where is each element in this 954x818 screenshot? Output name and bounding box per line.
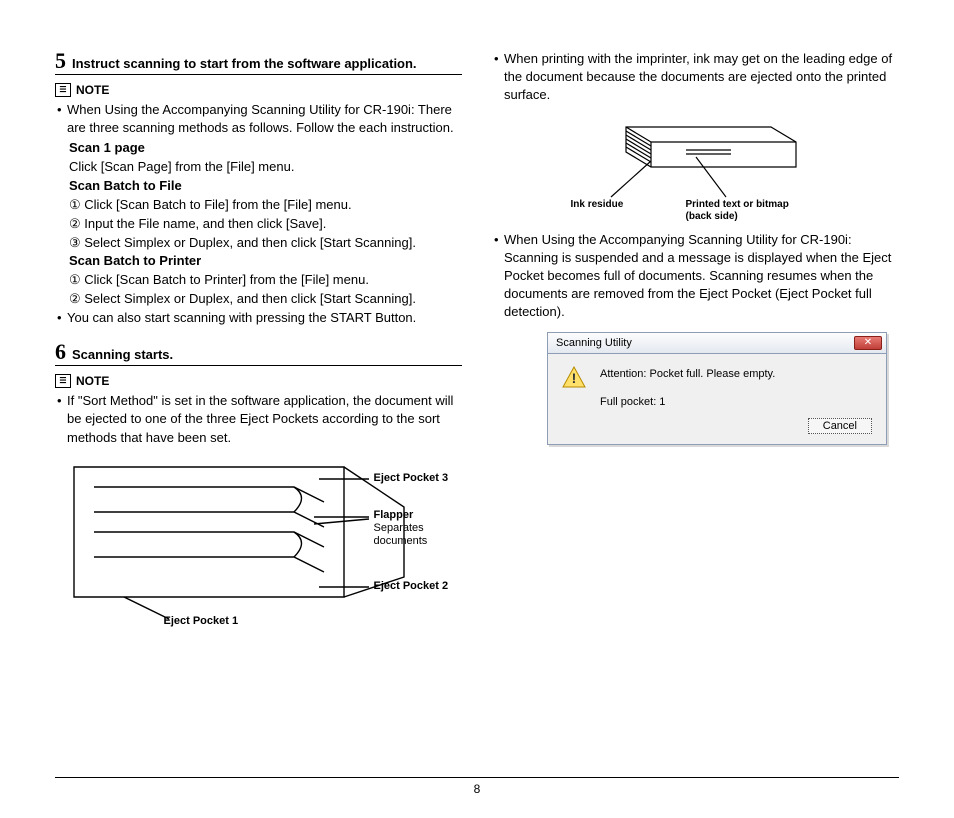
label-eject-pocket-3: Eject Pocket 3 [374,472,449,485]
cancel-button[interactable]: Cancel [808,418,872,434]
right-bullet1: When printing with the imprinter, ink ma… [492,50,899,105]
step-5-number: 5 [55,50,66,72]
scanbp-2: ② Select Simplex or Duplex, and then cli… [55,290,462,309]
scanbf-head: Scan Batch to File [55,177,462,196]
right-column: When printing with the imprinter, ink ma… [492,50,899,730]
dialog-message: Attention: Pocket full. Please empty. [600,366,775,380]
scanbf-2: ② Input the File name, and then click [S… [55,215,462,234]
right-bullet2: When Using the Accompanying Scanning Uti… [492,231,899,322]
label-flapper: FlapperSeparates documents [374,509,454,549]
label-eject-pocket-1: Eject Pocket 1 [164,615,239,628]
svg-text:!: ! [572,370,577,386]
dialog-titlebar: Scanning Utility ✕ [547,332,887,354]
note-label: NOTE [76,374,109,388]
scanbp-1: ① Click [Scan Batch to Printer] from the… [55,271,462,290]
label-ink-residue: Ink residue [571,199,624,211]
label-eject-pocket-2: Eject Pocket 2 [374,580,449,593]
page-number: 8 [0,782,954,796]
scan1-line: Click [Scan Page] from the [File] menu. [55,158,462,177]
scanbf-3: ③ Select Simplex or Duplex, and then cli… [55,234,462,253]
left-column: 5 Instruct scanning to start from the so… [55,50,462,730]
step-5-title: Instruct scanning to start from the soft… [72,56,417,71]
warning-icon: ! [562,366,586,388]
note-heading-6: ☰ NOTE [55,374,462,388]
dialog-body: ! Attention: Pocket full. Please empty. … [547,354,887,445]
scanbf-1: ① Click [Scan Batch to File] from the [F… [55,196,462,215]
dialog-title-text: Scanning Utility [556,337,632,349]
note-icon: ☰ [55,83,71,97]
close-icon[interactable]: ✕ [854,336,882,350]
scanning-utility-dialog: Scanning Utility ✕ ! Attention: Pocket f… [547,332,887,445]
step-6-number: 6 [55,341,66,363]
ink-residue-diagram: Ink residue Printed text or bitmap(back … [556,107,836,227]
scan1-head: Scan 1 page [55,139,462,158]
note5-bullet2: You can also start scanning with pressin… [55,309,462,327]
step-5-heading: 5 Instruct scanning to start from the so… [55,50,462,75]
scanbp-head: Scan Batch to Printer [55,252,462,271]
note-label: NOTE [76,83,109,97]
eject-pocket-diagram: Eject Pocket 3 FlapperSeparates document… [64,457,454,627]
footer-rule [55,777,899,778]
note-icon: ☰ [55,374,71,388]
dialog-subtext: Full pocket: 1 [600,396,872,408]
step-6-title: Scanning starts. [72,347,173,362]
label-printed-text: Printed text or bitmap(back side) [686,199,789,223]
note-heading-5: ☰ NOTE [55,83,462,97]
note6-bullet1: If "Sort Method" is set in the software … [55,392,462,447]
note5-bullet1: When Using the Accompanying Scanning Uti… [55,101,462,137]
step-6-heading: 6 Scanning starts. [55,341,462,366]
